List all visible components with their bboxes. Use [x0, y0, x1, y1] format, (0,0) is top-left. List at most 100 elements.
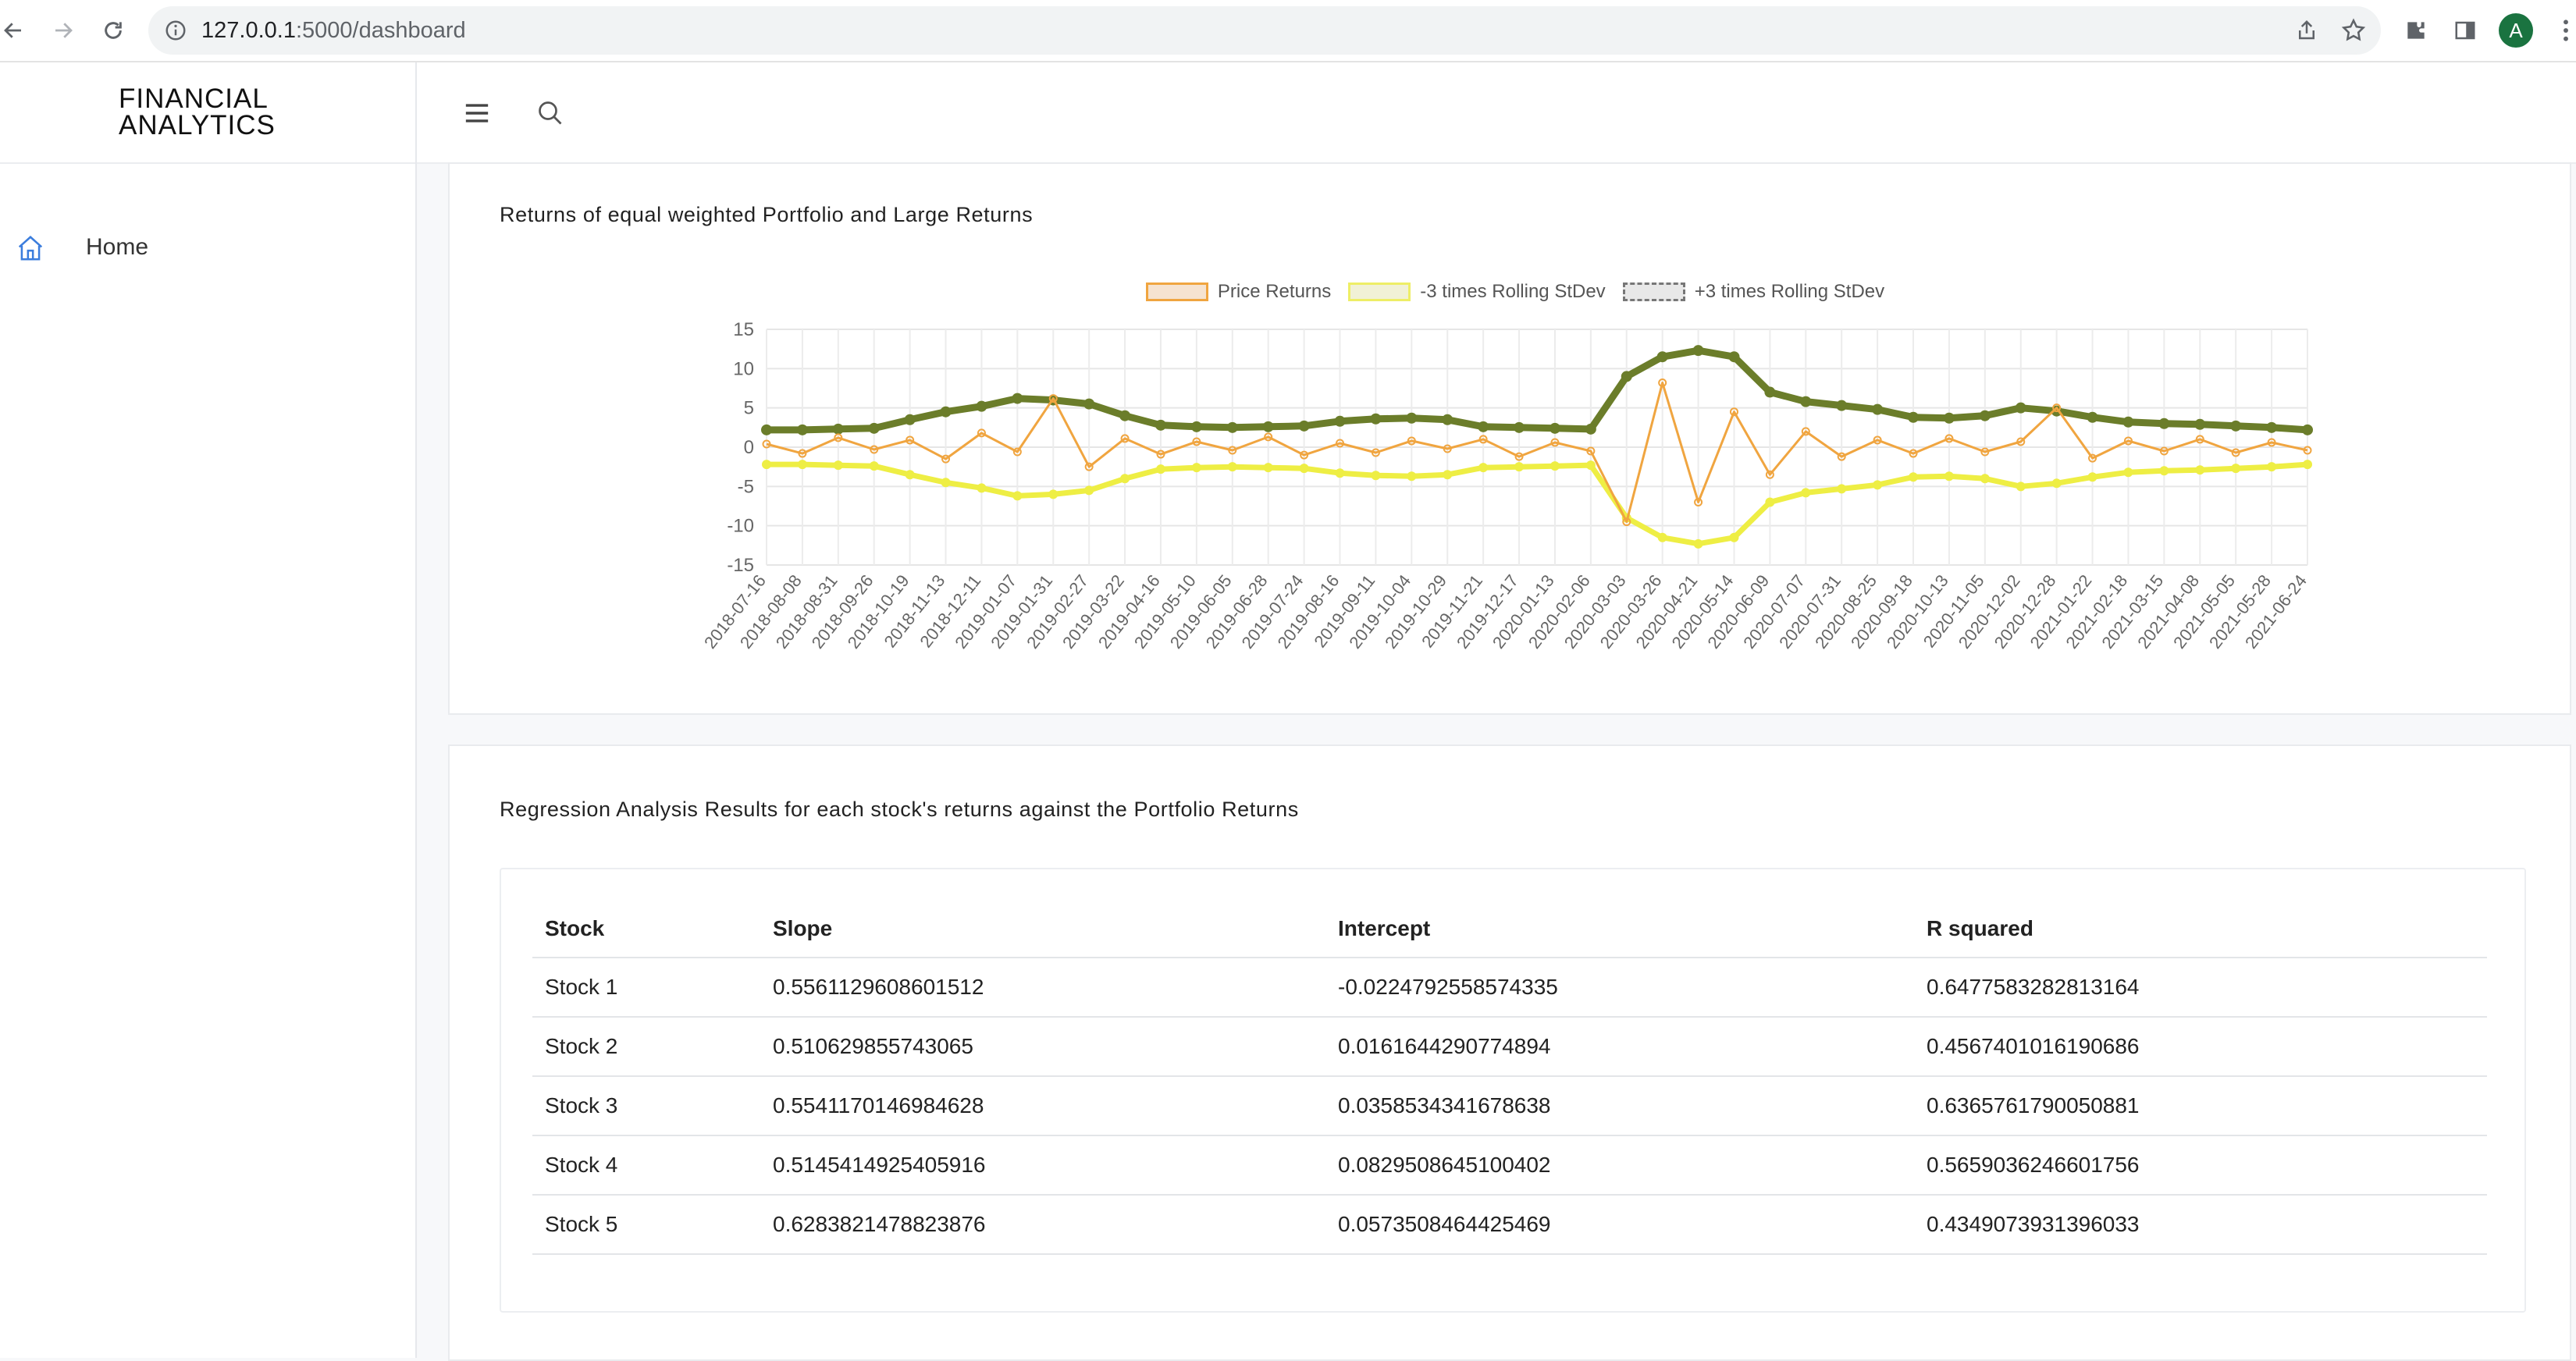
data-point — [2230, 420, 2242, 432]
data-point — [761, 424, 772, 435]
data-point — [1656, 351, 1668, 363]
data-point — [1837, 484, 1847, 494]
data-point — [977, 483, 987, 493]
hamburger-menu-icon[interactable] — [456, 92, 498, 134]
data-point — [1226, 421, 1238, 433]
table-row: Stock 1 0.5561129608601512 -0.0224792558… — [532, 958, 2487, 1018]
regression-table-box: Stock Slope Intercept R squared Stock 1 … — [500, 868, 2526, 1313]
brand-line1: FINANCIAL — [119, 84, 269, 114]
data-point — [1943, 412, 1955, 424]
data-point — [1764, 386, 1776, 398]
profile-avatar[interactable]: A — [2496, 11, 2535, 50]
cell-r-squared: 0.6365761790050881 — [1914, 1076, 2487, 1136]
cell-slope: 0.510629855743065 — [760, 1017, 1325, 1077]
table-row: Stock 5 0.6283821478823876 0.05735084644… — [532, 1195, 2487, 1255]
data-point — [762, 460, 771, 470]
data-point — [2231, 464, 2241, 474]
cell-stock: Stock 4 — [532, 1135, 760, 1196]
data-point — [1012, 393, 1023, 404]
extensions-icon[interactable] — [2396, 11, 2435, 50]
sidebar-item-home[interactable]: Home — [12, 226, 387, 273]
data-point — [2016, 482, 2026, 492]
cell-intercept: 0.0573508464425469 — [1325, 1195, 1914, 1255]
data-point — [1765, 497, 1775, 507]
table-row: Stock 3 0.5541170146984628 0.03585343416… — [532, 1076, 2487, 1136]
column-header-slope: Slope — [760, 901, 1325, 958]
data-point — [1370, 413, 1382, 425]
data-point — [1048, 489, 1059, 499]
y-tick-label: -15 — [727, 555, 754, 576]
data-point — [1692, 345, 1704, 357]
cell-slope: 0.5541170146984628 — [760, 1076, 1325, 1136]
data-point — [796, 424, 808, 435]
sidebar-divider — [0, 162, 415, 164]
data-point — [1407, 471, 1417, 482]
column-header-r-squared: R squared — [1914, 901, 2487, 958]
data-point — [1119, 410, 1131, 421]
column-header-stock: Stock — [532, 901, 760, 958]
reload-icon[interactable] — [94, 11, 133, 50]
data-point — [1084, 485, 1094, 496]
address-bar[interactable]: 127.0.0.1:5000/dashboard — [148, 6, 2381, 55]
url-text: 127.0.0.1:5000/dashboard — [201, 18, 466, 43]
data-point — [1191, 463, 1201, 473]
brand-line2: ANALYTICS — [119, 110, 276, 140]
cell-r-squared: 0.4349073931396033 — [1914, 1195, 2487, 1255]
data-point — [1514, 421, 1525, 433]
data-point — [1155, 419, 1166, 431]
data-point — [1944, 471, 1954, 482]
data-point — [1155, 464, 1165, 474]
site-info-icon[interactable] — [164, 19, 187, 46]
forward-icon[interactable] — [44, 11, 83, 50]
data-point — [2158, 418, 2170, 429]
bookmark-star-icon[interactable] — [2340, 17, 2367, 48]
sidebar-item-label: Home — [86, 234, 149, 260]
data-point — [1873, 480, 1883, 490]
data-point — [1514, 462, 1525, 472]
data-point — [2087, 472, 2097, 482]
data-point — [1979, 410, 1991, 421]
cell-r-squared: 0.5659036246601756 — [1914, 1135, 2487, 1196]
series-line — [767, 346, 2308, 434]
data-point — [905, 470, 915, 480]
home-icon — [16, 233, 45, 268]
y-tick-label: -10 — [727, 516, 754, 537]
data-point — [1371, 471, 1381, 481]
data-point — [2159, 466, 2169, 476]
returns-chart: 151050-5-10-152018-07-162018-08-082018-0… — [700, 319, 2313, 652]
data-point — [2051, 478, 2062, 489]
series-line — [767, 461, 2308, 547]
data-point — [797, 460, 807, 470]
cell-slope: 0.5561129608601512 — [760, 958, 1325, 1018]
data-point — [2195, 465, 2205, 475]
search-icon[interactable] — [529, 92, 571, 134]
data-point — [1335, 468, 1345, 478]
cell-intercept: 0.0358534341678638 — [1325, 1076, 1914, 1136]
share-icon[interactable] — [2295, 18, 2318, 47]
brand-logo[interactable]: FINANCIAL ANALYTICS — [119, 84, 276, 140]
data-point — [1549, 422, 1560, 434]
data-point — [940, 406, 952, 418]
cell-r-squared: 0.4567401016190686 — [1914, 1017, 2487, 1077]
cell-stock: Stock 3 — [532, 1076, 760, 1136]
data-point — [833, 460, 843, 471]
y-tick-label: 10 — [733, 358, 754, 379]
data-point — [2266, 421, 2278, 433]
browser-menu-icon[interactable] — [2546, 11, 2576, 50]
back-icon[interactable] — [0, 11, 33, 50]
side-panel-icon[interactable] — [2446, 11, 2485, 50]
data-point — [1012, 491, 1023, 501]
data-point — [1120, 474, 1130, 484]
data-point — [1800, 396, 1812, 407]
cell-intercept: -0.0224792558574335 — [1325, 958, 1914, 1018]
data-point — [1909, 472, 1919, 482]
data-point — [2087, 411, 2098, 423]
data-point — [2123, 467, 2133, 478]
data-point — [941, 478, 951, 488]
data-point — [1836, 400, 1848, 411]
table-header-row: Stock Slope Intercept R squared — [532, 901, 2487, 958]
data-point — [1729, 532, 1739, 542]
data-point — [1334, 415, 1346, 427]
data-point — [1693, 538, 1703, 549]
data-point — [1190, 421, 1202, 432]
